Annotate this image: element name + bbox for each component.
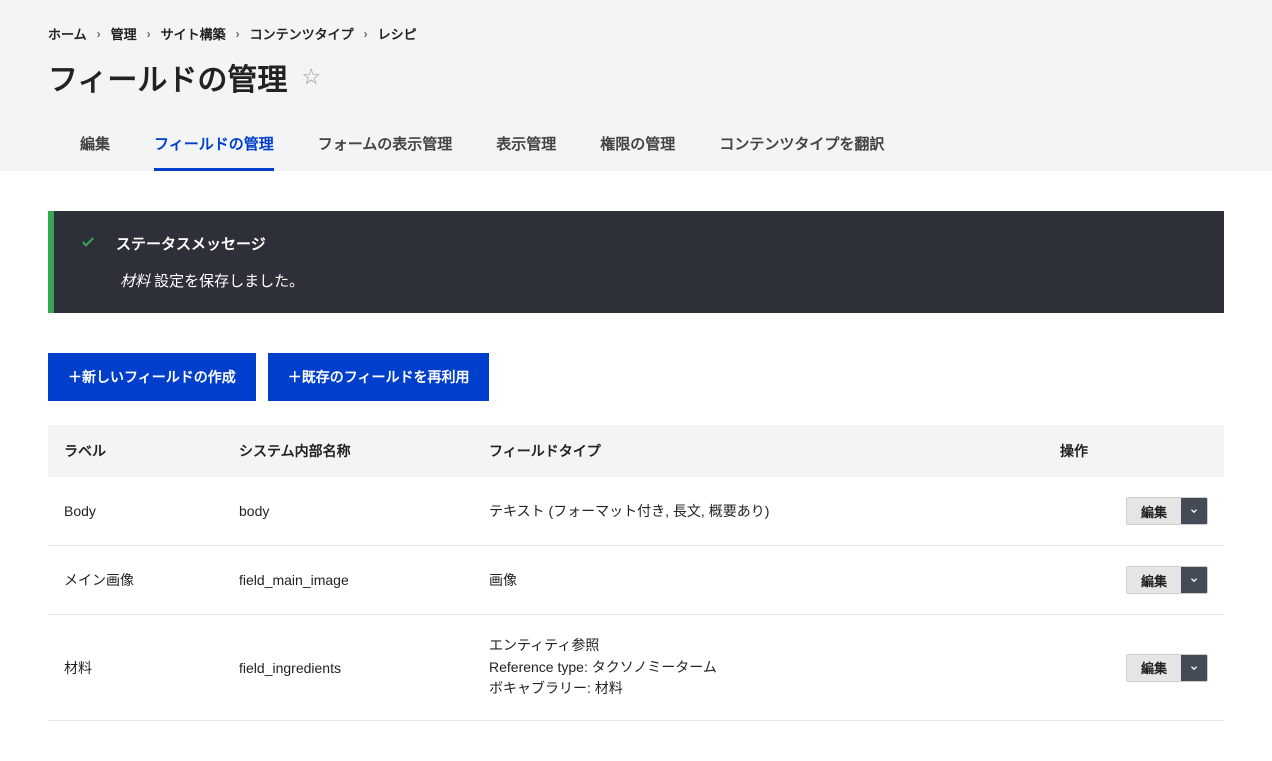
chevron-down-icon[interactable] [1181, 498, 1207, 524]
edit-button[interactable]: 編集 [1127, 567, 1181, 593]
check-icon [80, 234, 96, 254]
th-machine-name: システム内部名称 [223, 425, 473, 477]
status-body: 材料 設定を保存しました。 [80, 270, 1198, 291]
fields-table: ラベル システム内部名称 フィールドタイプ 操作 Body body テキスト … [48, 425, 1224, 721]
cell-label: メイン画像 [48, 546, 223, 615]
tab-manage-form-display[interactable]: フォームの表示管理 [318, 123, 453, 171]
tab-manage-permissions[interactable]: 権限の管理 [600, 123, 675, 171]
cell-field-type: エンティティ参照 Reference type: タクソノミーターム ボキャブラ… [473, 615, 1044, 721]
chevron-right-icon: › [364, 27, 368, 41]
star-outline-icon[interactable]: ☆ [301, 64, 321, 90]
table-row: 材料 field_ingredients エンティティ参照 Reference … [48, 615, 1224, 721]
create-new-field-button[interactable]: ＋新しいフィールドの作成 [48, 353, 256, 401]
tabs: 編集 フィールドの管理 フォームの表示管理 表示管理 権限の管理 コンテンツタイ… [48, 123, 1224, 171]
status-message: ステータスメッセージ 材料 設定を保存しました。 [48, 211, 1224, 313]
breadcrumb-item[interactable]: サイト構築 [161, 24, 226, 43]
cell-label: 材料 [48, 615, 223, 721]
breadcrumb-item[interactable]: コンテンツタイプ [250, 24, 354, 43]
reuse-existing-field-button[interactable]: ＋既存のフィールドを再利用 [268, 353, 490, 401]
tab-edit[interactable]: 編集 [80, 123, 110, 171]
table-row: Body body テキスト (フォーマット付き, 長文, 概要あり) 編集 [48, 477, 1224, 546]
th-label: ラベル [48, 425, 223, 477]
operations-dropbutton: 編集 [1126, 654, 1208, 682]
edit-button[interactable]: 編集 [1127, 498, 1181, 524]
tab-translate-content-type[interactable]: コンテンツタイプを翻訳 [719, 123, 884, 171]
th-operations: 操作 [1044, 425, 1224, 477]
chevron-right-icon: › [147, 27, 151, 41]
status-entity-name: 材料 [120, 273, 150, 290]
breadcrumb-item[interactable]: 管理 [111, 24, 137, 43]
status-title: ステータスメッセージ [116, 233, 266, 254]
tab-manage-fields[interactable]: フィールドの管理 [154, 123, 274, 171]
chevron-down-icon[interactable] [1181, 567, 1207, 593]
chevron-down-icon[interactable] [1181, 655, 1207, 681]
operations-dropbutton: 編集 [1126, 566, 1208, 594]
breadcrumb: ホーム › 管理 › サイト構築 › コンテンツタイプ › レシピ [48, 24, 1224, 43]
operations-dropbutton: 編集 [1126, 497, 1208, 525]
cell-field-type: 画像 [473, 546, 1044, 615]
status-body-text: 設定を保存しました。 [150, 273, 304, 290]
page-title: フィールドの管理 [48, 55, 287, 99]
cell-machine-name: field_ingredients [223, 615, 473, 721]
cell-machine-name: field_main_image [223, 546, 473, 615]
edit-button[interactable]: 編集 [1127, 655, 1181, 681]
breadcrumb-item[interactable]: レシピ [378, 24, 417, 43]
cell-field-type: テキスト (フォーマット付き, 長文, 概要あり) [473, 477, 1044, 546]
table-row: メイン画像 field_main_image 画像 編集 [48, 546, 1224, 615]
breadcrumb-item[interactable]: ホーム [48, 24, 87, 43]
th-field-type: フィールドタイプ [473, 425, 1044, 477]
chevron-right-icon: › [97, 27, 101, 41]
cell-machine-name: body [223, 477, 473, 546]
tab-manage-display[interactable]: 表示管理 [496, 123, 556, 171]
chevron-right-icon: › [236, 27, 240, 41]
cell-label: Body [48, 477, 223, 546]
